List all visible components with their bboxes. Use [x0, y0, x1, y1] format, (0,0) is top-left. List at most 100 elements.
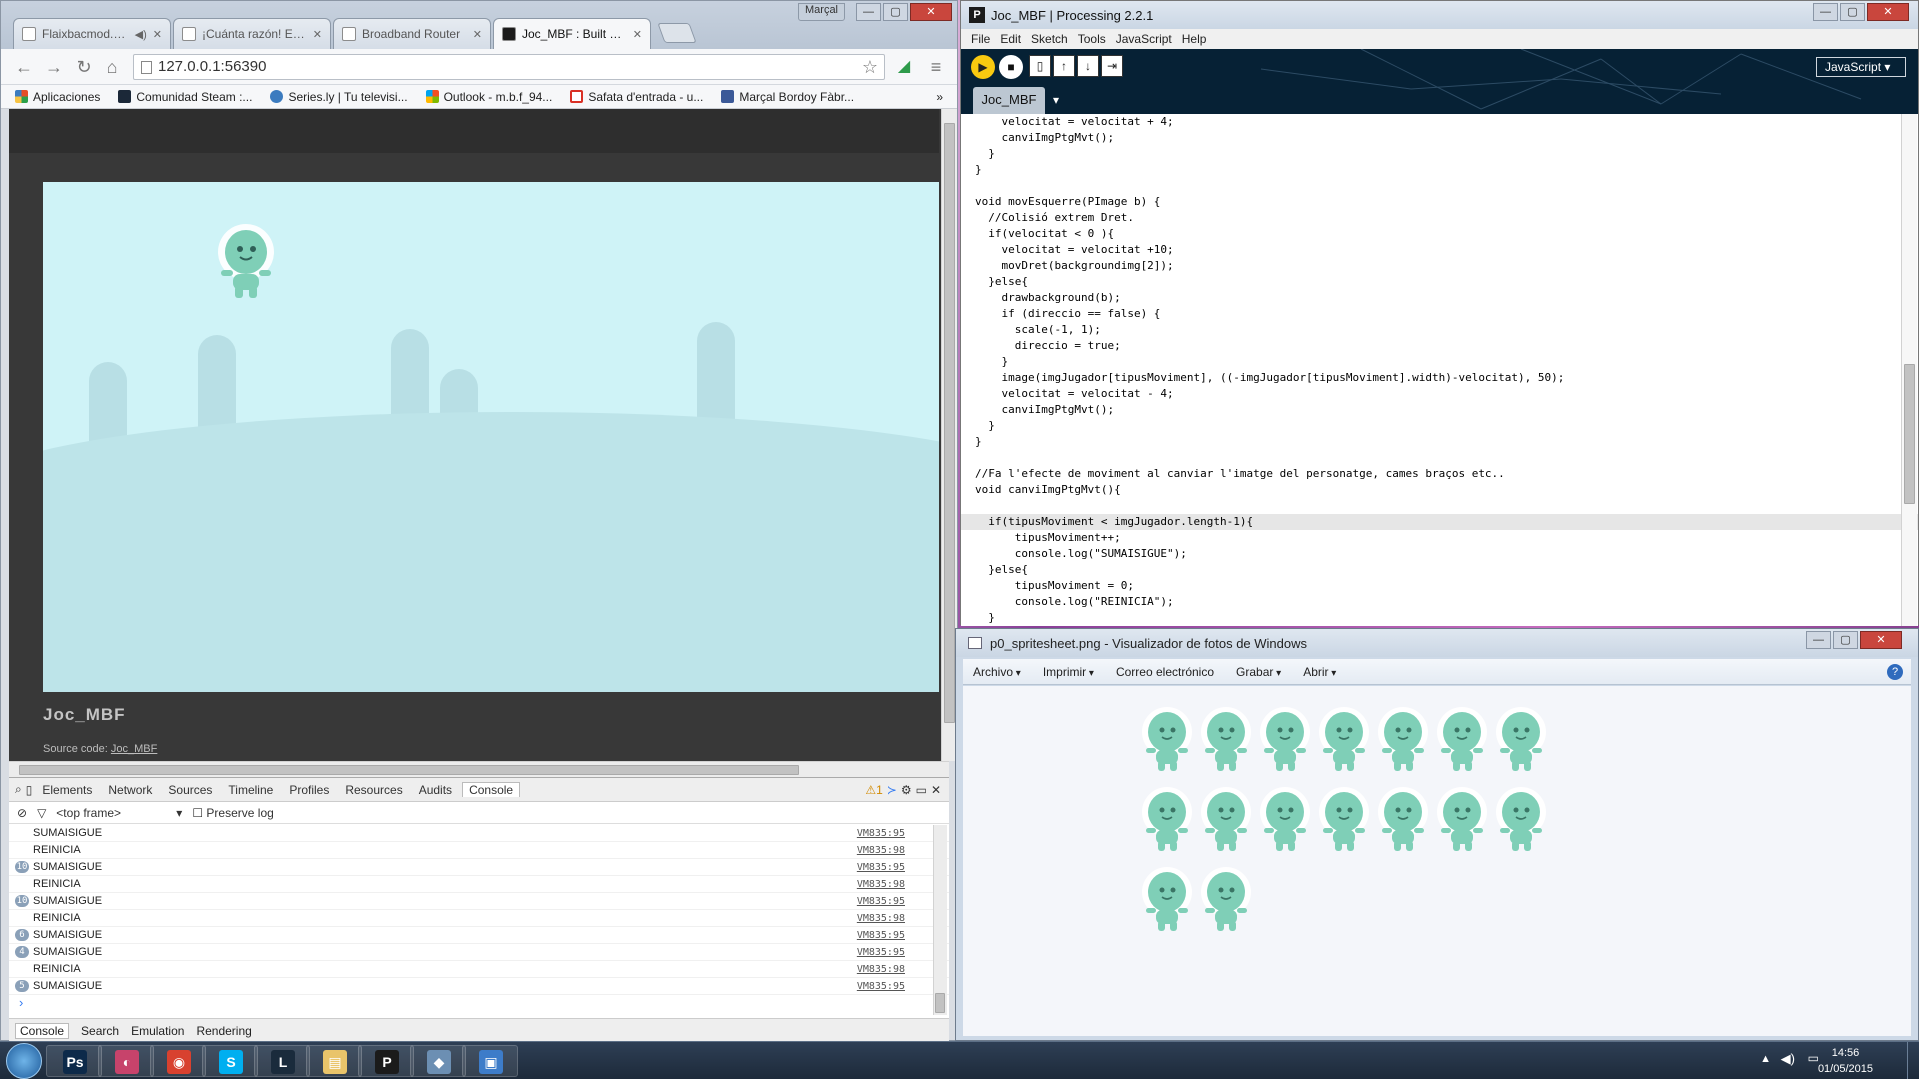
console-scrollbar[interactable]: [933, 825, 947, 1015]
tab-broadband-router[interactable]: Broadband Router ✕: [333, 18, 491, 49]
taskbar-app-league[interactable]: L: [254, 1045, 310, 1077]
home-button[interactable]: ⌂: [101, 56, 123, 78]
menu-tools[interactable]: Tools: [1078, 32, 1106, 46]
tab-network[interactable]: Network: [102, 783, 158, 797]
run-button[interactable]: ▶: [971, 55, 995, 79]
log-source-link[interactable]: VM835:98: [857, 964, 905, 975]
source-link[interactable]: Joc_MBF: [111, 743, 157, 755]
bookmark-star-icon[interactable]: ☆: [862, 55, 878, 79]
maximize-button[interactable]: ▢: [1833, 631, 1858, 649]
menu-help[interactable]: Help: [1182, 32, 1207, 46]
filter-icon[interactable]: ▽: [37, 806, 46, 820]
log-source-link[interactable]: VM835:95: [857, 930, 905, 941]
bookmark-outlook[interactable]: Outlook - m.b.f_94...: [425, 90, 552, 104]
menu-sketch[interactable]: Sketch: [1031, 32, 1068, 46]
maximize-button[interactable]: ▢: [1840, 3, 1865, 21]
editor-scrollbar[interactable]: [1901, 114, 1917, 626]
close-icon[interactable]: ✕: [153, 28, 162, 41]
drawer-tab-console[interactable]: Console: [15, 1022, 70, 1039]
log-source-link[interactable]: VM835:95: [857, 896, 905, 907]
game-canvas[interactable]: [43, 182, 939, 692]
minimize-button[interactable]: —: [856, 3, 881, 21]
menu-icon[interactable]: ≡: [925, 56, 947, 78]
console-prompt[interactable]: ›: [9, 995, 949, 1015]
close-button[interactable]: ✕: [1867, 3, 1909, 21]
close-button[interactable]: ✕: [910, 3, 952, 21]
taskbar-app-notepad[interactable]: ◆: [410, 1045, 466, 1077]
tab-cuanta-razon[interactable]: ¡Cuánta razón! Era necesa ✕: [173, 18, 331, 49]
drawer-tab-rendering[interactable]: Rendering: [196, 1024, 251, 1038]
menu-abrir[interactable]: Abrir: [1303, 665, 1336, 679]
menu-correo[interactable]: Correo electrónico: [1116, 665, 1214, 679]
close-button[interactable]: ✕: [1860, 631, 1902, 649]
taskbar-app-skype[interactable]: S: [202, 1045, 258, 1077]
profile-badge[interactable]: Marçal: [798, 3, 846, 21]
taskbar-app-explorer[interactable]: ▤: [306, 1045, 362, 1077]
frame-selector[interactable]: <top frame>: [56, 806, 166, 820]
menu-archivo[interactable]: Archivo: [973, 665, 1021, 679]
menu-grabar[interactable]: Grabar: [1236, 665, 1281, 679]
tab-profiles[interactable]: Profiles: [283, 783, 335, 797]
log-source-link[interactable]: VM835:95: [857, 947, 905, 958]
maximize-button[interactable]: ▢: [883, 3, 908, 21]
taskbar-app-photoshop[interactable]: Ps: [46, 1045, 102, 1077]
minimize-button[interactable]: —: [1813, 3, 1838, 21]
scrollbar-thumb[interactable]: [19, 765, 799, 775]
log-source-link[interactable]: VM835:95: [857, 862, 905, 873]
menu-javascript[interactable]: JavaScript: [1116, 32, 1172, 46]
scrollbar-thumb[interactable]: [944, 123, 955, 723]
tab-resources[interactable]: Resources: [339, 783, 408, 797]
close-icon[interactable]: ✕: [633, 28, 642, 41]
log-source-link[interactable]: VM835:98: [857, 845, 905, 856]
close-icon[interactable]: ✕: [313, 28, 322, 41]
save-sketch-button[interactable]: ↓: [1077, 55, 1099, 77]
help-icon[interactable]: ?: [1887, 663, 1903, 680]
settings-gear-icon[interactable]: ⚙: [901, 783, 912, 797]
extension-icon[interactable]: ◢: [893, 56, 915, 78]
volume-icon[interactable]: ◀): [1781, 1051, 1795, 1067]
menu-edit[interactable]: Edit: [1000, 32, 1021, 46]
tab-flaixbacmod[interactable]: Flaixbacmod.html ◀) ✕: [13, 18, 171, 49]
sketch-tab[interactable]: Joc_MBF: [973, 87, 1045, 114]
stop-button[interactable]: ■: [999, 55, 1023, 79]
drawer-tab-emulation[interactable]: Emulation: [131, 1024, 184, 1038]
start-button[interactable]: [6, 1043, 42, 1079]
address-bar[interactable]: 127.0.0.1:56390 ☆: [133, 54, 885, 80]
tray-expand-icon[interactable]: ▲: [1760, 1053, 1771, 1065]
log-source-link[interactable]: VM835:95: [857, 981, 905, 992]
search-icon[interactable]: ⌕: [15, 782, 22, 797]
dock-icon[interactable]: ▭: [916, 783, 927, 797]
open-sketch-button[interactable]: ↑: [1053, 55, 1075, 77]
scrollbar-thumb[interactable]: [1904, 364, 1915, 504]
drawer-toggle-icon[interactable]: ≻: [887, 783, 897, 797]
reload-button[interactable]: ↻: [73, 56, 95, 78]
system-clock[interactable]: 14:56 01/05/2015: [1818, 1045, 1873, 1077]
menu-imprimir[interactable]: Imprimir: [1043, 665, 1094, 679]
tab-sources[interactable]: Sources: [162, 783, 218, 797]
bookmark-steam[interactable]: Comunidad Steam :...: [118, 90, 252, 104]
device-mode-icon[interactable]: ▯: [26, 783, 33, 797]
log-source-link[interactable]: VM835:98: [857, 913, 905, 924]
taskbar-app-chrome[interactable]: ◉: [150, 1045, 206, 1077]
new-sketch-button[interactable]: ▯: [1029, 55, 1051, 77]
bookmark-seriesly[interactable]: Series.ly | Tu televisi...: [270, 90, 408, 104]
tab-audits[interactable]: Audits: [413, 783, 458, 797]
mode-selector[interactable]: JavaScript ▾: [1816, 57, 1906, 77]
forward-button[interactable]: →: [43, 56, 65, 78]
more-bookmarks-icon[interactable]: »: [936, 90, 943, 104]
tab-timeline[interactable]: Timeline: [222, 783, 279, 797]
taskbar-app-paint[interactable]: ◐: [98, 1045, 154, 1077]
back-button[interactable]: ←: [13, 56, 35, 78]
scrollbar-thumb[interactable]: [935, 993, 945, 1013]
preserve-log-checkbox[interactable]: ☐ Preserve log: [192, 806, 273, 820]
tab-menu-icon[interactable]: ▾: [1053, 93, 1059, 107]
warning-icon[interactable]: ⚠1: [865, 783, 882, 797]
tab-console[interactable]: Console: [462, 782, 521, 797]
drawer-tab-search[interactable]: Search: [81, 1024, 119, 1038]
log-source-link[interactable]: VM835:98: [857, 879, 905, 890]
close-icon[interactable]: ✕: [473, 28, 482, 41]
taskbar-app-processing[interactable]: P: [358, 1045, 414, 1077]
clear-console-icon[interactable]: ⊘: [17, 806, 27, 820]
bookmark-aplicaciones[interactable]: Aplicaciones: [15, 90, 100, 104]
bookmark-gmail[interactable]: Safata d'entrada - u...: [570, 90, 703, 104]
